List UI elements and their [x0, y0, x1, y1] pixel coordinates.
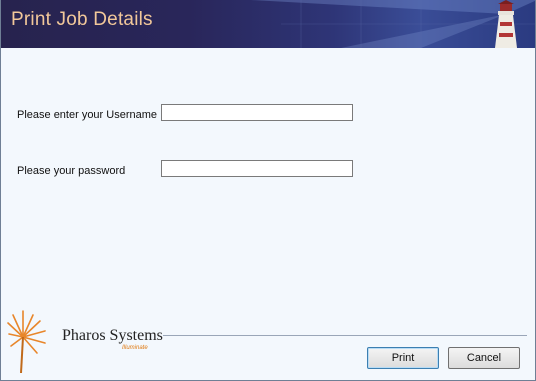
- brand-name: Pharos Systems: [62, 327, 163, 344]
- footer-divider: [163, 335, 527, 336]
- print-job-dialog: Print Job Details Please enter your User…: [0, 0, 536, 381]
- print-button[interactable]: Print: [367, 347, 439, 369]
- pharos-sunburst-logo-icon: [7, 310, 46, 374]
- brand-tagline: Illuminate: [122, 345, 148, 351]
- username-input[interactable]: [161, 104, 353, 121]
- dialog-title: Print Job Details: [11, 9, 153, 30]
- cancel-button[interactable]: Cancel: [448, 347, 520, 369]
- password-input[interactable]: [161, 160, 353, 177]
- username-label: Please enter your Username: [17, 109, 158, 121]
- password-label: Please your password: [17, 165, 126, 177]
- header-banner: Print Job Details: [1, 0, 535, 48]
